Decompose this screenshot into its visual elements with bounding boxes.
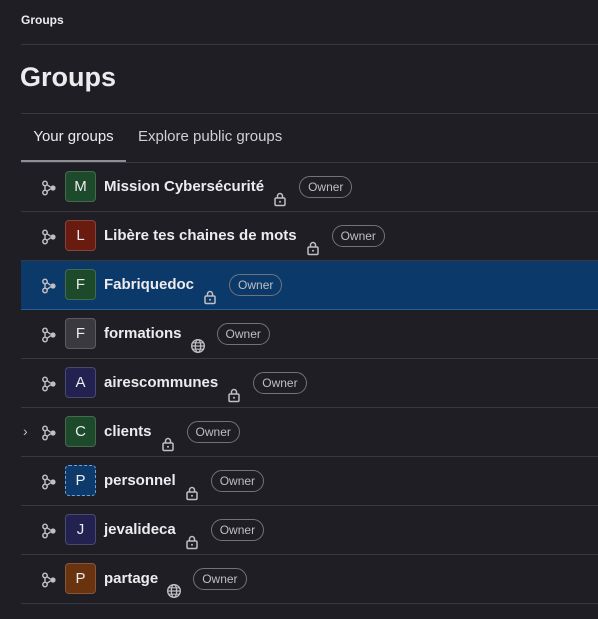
group-name-container: airescommunes Owner bbox=[104, 359, 307, 407]
group-avatar[interactable]: A bbox=[65, 367, 96, 398]
role-badge: Owner bbox=[210, 470, 265, 492]
role-badge: Owner bbox=[186, 421, 240, 443]
group-avatar[interactable]: F bbox=[65, 269, 96, 300]
group-avatar[interactable]: L bbox=[65, 220, 96, 251]
group-name-link[interactable]: jevalideca bbox=[104, 506, 176, 554]
group-row[interactable]: › Cclients Owner bbox=[21, 408, 598, 457]
group-name-container: Fabriquedoc Owner bbox=[104, 261, 283, 309]
group-avatar[interactable]: C bbox=[65, 416, 96, 447]
group-name-container: partage Owner bbox=[104, 555, 247, 603]
group-row[interactable]: Ppersonnel Owner bbox=[21, 457, 598, 506]
tab-bar: Your groups Explore public groups bbox=[21, 114, 598, 162]
group-name-container: formations Owner bbox=[104, 310, 270, 358]
globe-icon bbox=[166, 571, 182, 599]
lock-icon bbox=[184, 522, 200, 550]
page-title: Groups bbox=[20, 62, 117, 92]
role-badge: Owner bbox=[216, 323, 270, 345]
lock-icon bbox=[305, 228, 321, 256]
group-row[interactable]: Fformations Owner bbox=[21, 310, 598, 359]
group-row[interactable]: Jjevalideca Owner bbox=[21, 506, 598, 555]
group-avatar[interactable]: M bbox=[65, 171, 96, 202]
lock-icon bbox=[184, 473, 200, 501]
subgroup-icon bbox=[41, 523, 57, 539]
subgroup-icon bbox=[41, 376, 57, 392]
group-row[interactable]: M Mission Cybersécurité Owner bbox=[21, 163, 598, 212]
group-name-container: Mission Cybersécurité Owner bbox=[104, 163, 353, 211]
group-row[interactable]: Aairescommunes Owner bbox=[21, 359, 598, 408]
group-avatar[interactable]: J bbox=[65, 514, 96, 545]
group-row[interactable]: F Fabriquedoc Owner bbox=[21, 261, 598, 310]
group-name-link[interactable]: Fabriquedoc bbox=[104, 261, 194, 309]
group-name-link[interactable]: Mission Cybersécurité bbox=[104, 163, 264, 211]
group-name-link[interactable]: formations bbox=[104, 310, 182, 358]
lock-icon bbox=[160, 424, 176, 452]
group-name-container: clients Owner bbox=[104, 408, 240, 456]
role-badge: Owner bbox=[210, 519, 265, 541]
subgroup-icon bbox=[41, 474, 57, 490]
group-name-link[interactable]: clients bbox=[104, 408, 152, 456]
group-avatar[interactable]: P bbox=[65, 465, 96, 496]
lock-icon bbox=[272, 179, 288, 207]
group-row[interactable]: L Libère tes chaines de mots Owner bbox=[21, 212, 598, 261]
subgroup-icon bbox=[41, 425, 57, 441]
group-name-container: Libère tes chaines de mots Owner bbox=[104, 212, 385, 260]
group-avatar[interactable]: P bbox=[65, 563, 96, 594]
role-badge: Owner bbox=[229, 274, 283, 296]
lock-icon bbox=[226, 375, 242, 403]
globe-icon bbox=[190, 326, 206, 354]
subgroup-icon bbox=[41, 327, 57, 343]
group-avatar[interactable]: F bbox=[65, 318, 96, 349]
chevron-right-icon[interactable]: › bbox=[23, 408, 33, 456]
group-name-container: personnel Owner bbox=[104, 457, 265, 505]
lock-icon bbox=[202, 277, 218, 305]
role-badge: Owner bbox=[193, 568, 247, 590]
group-list: M Mission Cybersécurité Owner L Libère tes c… bbox=[21, 163, 598, 604]
tab-your-groups[interactable]: Your groups bbox=[21, 114, 126, 162]
role-badge: Owner bbox=[299, 176, 353, 198]
group-name-link[interactable]: partage bbox=[104, 555, 158, 603]
subgroup-icon bbox=[41, 180, 57, 196]
subgroup-icon bbox=[41, 572, 57, 588]
role-badge: Owner bbox=[253, 372, 307, 394]
group-name-link[interactable]: airescommunes bbox=[104, 359, 218, 407]
breadcrumb[interactable]: Groups bbox=[21, 13, 64, 27]
group-row[interactable]: Ppartage Owner bbox=[21, 555, 598, 604]
role-badge: Owner bbox=[331, 225, 385, 247]
subgroup-icon bbox=[41, 278, 57, 294]
group-name-link[interactable]: personnel bbox=[104, 457, 176, 505]
subgroup-icon bbox=[41, 229, 57, 245]
group-name-link[interactable]: Libère tes chaines de mots bbox=[104, 212, 297, 260]
group-name-container: jevalideca Owner bbox=[104, 506, 265, 554]
tab-explore-public-groups[interactable]: Explore public groups bbox=[138, 114, 282, 162]
divider bbox=[21, 44, 598, 45]
